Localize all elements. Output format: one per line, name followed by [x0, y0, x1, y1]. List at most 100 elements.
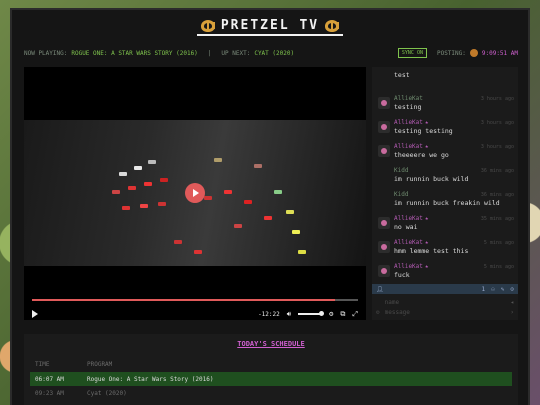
viewer-count: 1 — [481, 285, 486, 293]
chat-form: ◂ ⚙︎ › — [372, 295, 518, 320]
sync-toggle-button[interactable]: SYNC ON — [397, 48, 427, 58]
chat-text: theeeere we go — [394, 151, 449, 159]
edit-icon[interactable]: ✎ — [501, 286, 505, 293]
avatar[interactable] — [378, 241, 390, 253]
now-playing-label: NOW PLAYING: — [24, 49, 68, 57]
now-playing-bar: NOW PLAYING: ROGUE ONE: A STAR WARS STOR… — [24, 45, 518, 61]
schedule-row-current[interactable]: 06:07 AM Rogue One: A Star Wars Story (2… — [30, 372, 512, 386]
chat-text: im runnin buck freakin wild — [394, 199, 500, 207]
page-title: PRETZEL TV — [196, 18, 344, 36]
send-icon[interactable]: › — [510, 309, 514, 316]
chat-timestamp: 5 mins ago — [483, 263, 514, 270]
posting-status-icon[interactable] — [469, 49, 478, 57]
settings-gear-icon[interactable]: ⚙︎ — [329, 310, 333, 318]
avatar[interactable] — [378, 97, 390, 109]
header: PRETZEL TV — [12, 10, 528, 44]
chat-toolbar: 👤︎ 1 ⚇ ✎ ⊙ — [372, 284, 518, 294]
chat-message: AllieKat ★ 5 mins ago fuck — [376, 263, 514, 282]
up-next-label: UP NEXT: — [221, 49, 251, 57]
chat-message: AllieKat ★ 35 mins ago no wai — [376, 215, 514, 234]
message-input[interactable] — [384, 308, 485, 316]
chat-messages[interactable]: test AllieKat 3 hours ago testing AllieKat ★ 3… — [372, 67, 518, 284]
star-icon: ★ — [424, 263, 429, 270]
chat-timestamp: 36 mins ago — [480, 167, 514, 174]
chat-username[interactable]: AllieKat — [394, 119, 423, 126]
star-icon: ★ — [424, 119, 429, 126]
chat-timestamp: 5 mins ago — [483, 239, 514, 246]
user-icon[interactable]: 👤︎ — [376, 286, 384, 293]
chat-username[interactable]: AllieKat — [394, 143, 423, 150]
fullscreen-icon[interactable]: ⤢ — [352, 310, 358, 319]
avatar[interactable] — [378, 145, 390, 157]
player-controls: -12:22 🔊︎ ⚙︎ ⧉ ⤢ — [24, 307, 366, 321]
row-program: Rogue One: A Star Wars Story (2016) — [87, 375, 214, 383]
chat-message: test — [376, 71, 514, 90]
chat-user-row: Kidd 36 mins ago — [394, 191, 514, 198]
col-time-header: TIME — [35, 361, 50, 368]
chat-text: fuck — [394, 271, 410, 279]
chat-user-row: AllieKat ★ 5 mins ago — [394, 263, 514, 270]
posting-label: POSTING: — [436, 49, 466, 57]
chat-username[interactable]: Kidd — [394, 167, 408, 174]
gear-icon[interactable]: ⚙︎ — [376, 309, 380, 316]
chat-timestamp: 3 hours ago — [480, 119, 514, 126]
message-row: ⚙︎ › — [376, 307, 514, 317]
chat-text: testing testing — [394, 127, 453, 135]
schedule-title[interactable]: TODAY'S SCHEDULE — [24, 340, 518, 348]
chat-text: hmm lemme test this — [394, 247, 469, 255]
schedule-row[interactable]: 09:23 AM Cyat (2020) — [24, 386, 518, 400]
viewers-icon[interactable]: ⚇ — [491, 286, 495, 293]
chat-message: Kidd 36 mins ago im runnin buck freakin wi… — [376, 191, 514, 210]
chat-message: AllieKat ★ 5 mins ago hmm lemme test this — [376, 239, 514, 258]
chat-timestamp: 36 mins ago — [480, 191, 514, 198]
chat-username[interactable]: AllieKat — [394, 239, 423, 246]
schedule-panel: TODAY'S SCHEDULE TIME PROGRAM 06:07 AM R… — [24, 334, 518, 405]
avatar[interactable] — [378, 121, 390, 133]
popout-icon[interactable]: ⧉ — [340, 310, 345, 319]
seek-bar-fill — [32, 299, 336, 301]
chat-text: test — [394, 71, 410, 79]
chat-username[interactable]: Kidd — [394, 191, 408, 198]
chat-timestamp: 3 hours ago — [480, 143, 514, 150]
options-icon[interactable]: ⊙ — [510, 286, 514, 293]
name-input[interactable] — [384, 298, 485, 306]
chat-message: AllieKat ★ 3 hours ago theeeere we go — [376, 143, 514, 162]
up-next-title: CYAT (2020) — [254, 49, 295, 57]
chat-user-row: AllieKat ★ 3 hours ago — [394, 119, 514, 126]
time-remaining: -12:22 — [258, 310, 280, 318]
volume-icon[interactable]: 🔊︎ — [287, 310, 291, 319]
col-program-header: PROGRAM — [87, 361, 113, 368]
name-row: ◂ — [376, 297, 514, 307]
clock-readout: 9:09:51 AM — [481, 49, 518, 57]
pretzel-icon — [325, 19, 340, 32]
row-time: 09:23 AM — [35, 389, 64, 397]
chat-text: no wai — [394, 223, 418, 231]
big-play-button[interactable] — [185, 183, 205, 203]
clear-name-icon[interactable]: ◂ — [510, 299, 514, 306]
chat-username[interactable]: AllieKat — [394, 95, 423, 102]
chat-user-row: AllieKat ★ 35 mins ago — [394, 215, 514, 222]
chat-username[interactable]: AllieKat — [394, 215, 423, 222]
star-icon: ★ — [424, 239, 429, 246]
volume-slider[interactable] — [298, 311, 325, 316]
video-player[interactable]: -12:22 🔊︎ ⚙︎ ⧉ ⤢ — [24, 67, 366, 320]
chat-user-row: AllieKat ★ 5 mins ago — [394, 239, 514, 246]
chat-username[interactable]: AllieKat — [394, 263, 423, 270]
star-icon: ★ — [424, 143, 429, 150]
avatar[interactable] — [378, 265, 390, 277]
row-time: 06:07 AM — [35, 375, 64, 383]
chat-user-row: Kidd 36 mins ago — [394, 167, 514, 174]
chat-user-row: AllieKat ★ 3 hours ago — [394, 143, 514, 150]
avatar[interactable] — [378, 217, 390, 229]
chat-timestamp: 35 mins ago — [480, 215, 514, 222]
row-program: Cyat (2020) — [87, 389, 127, 397]
chat-timestamp: 3 hours ago — [480, 95, 514, 102]
schedule-header: TIME PROGRAM — [24, 361, 518, 368]
chat-message: AllieKat ★ 3 hours ago testing testing — [376, 119, 514, 138]
now-playing-title: ROGUE ONE: A STAR WARS STORY (2016) — [71, 49, 198, 57]
name-icon — [376, 299, 380, 306]
play-icon[interactable] — [32, 310, 38, 318]
divider: | — [207, 49, 212, 57]
star-icon: ★ — [424, 215, 429, 222]
seek-bar[interactable] — [32, 299, 358, 301]
